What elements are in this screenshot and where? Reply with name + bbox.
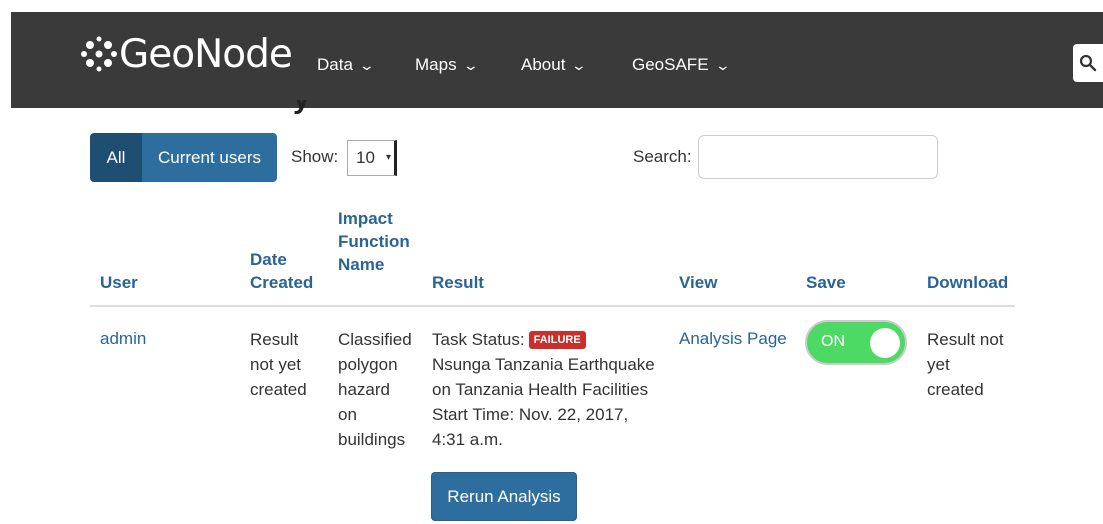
- brand-name: GeoNode: [119, 31, 293, 77]
- cell-line: Classified: [338, 330, 412, 349]
- page-title-fragment: y: [268, 100, 324, 114]
- nav-geosafe-label: GeoSAFE: [632, 55, 709, 74]
- geonode-logo-icon: [81, 36, 117, 72]
- chevron-down-icon: ⌄: [571, 56, 588, 73]
- nav-about-label: About: [521, 55, 566, 74]
- page-size-value: 10: [356, 148, 375, 167]
- nav-geosafe[interactable]: GeoSAFE ⌄: [632, 55, 731, 75]
- search-icon: [1079, 54, 1097, 72]
- cell-line: buildings: [338, 430, 406, 449]
- search-input[interactable]: [698, 135, 938, 179]
- cell-line: not yet: [250, 355, 302, 374]
- impact-function-cell: Classified polygon hazard on buildings: [338, 327, 412, 452]
- caret-icon: ▾: [385, 152, 391, 163]
- failure-status-badge: FAILURE: [528, 331, 586, 349]
- filter-current-users-button[interactable]: Current users: [142, 133, 277, 182]
- navbar: GeoNode Data ⌄ Maps ⌄ About ⌄ GeoSAFE ⌄: [11, 12, 1103, 108]
- search-button[interactable]: [1073, 44, 1103, 82]
- header-line: Impact: [338, 209, 393, 228]
- column-header-date-created[interactable]: Date Created: [250, 248, 313, 294]
- page-size-select[interactable]: 10 ▾: [347, 140, 397, 176]
- cell-line: hazard: [338, 380, 390, 399]
- chevron-down-icon: ⌄: [358, 56, 376, 73]
- user-link[interactable]: admin: [100, 327, 146, 350]
- brand-logo[interactable]: GeoNode: [79, 31, 293, 77]
- chevron-down-icon: ⌄: [462, 56, 479, 73]
- cell-line: polygon: [338, 355, 398, 374]
- nav-maps-label: Maps: [415, 55, 457, 74]
- toggle-knob: [870, 328, 900, 358]
- column-header-result[interactable]: Result: [432, 271, 484, 294]
- cell-line: Nsunga Tanzania Earthquake: [432, 355, 655, 374]
- cell-line: Result not: [927, 330, 1004, 349]
- save-toggle[interactable]: ON: [805, 320, 907, 365]
- cell-line: created: [250, 380, 307, 399]
- header-divider: [90, 305, 1015, 307]
- user-filter-group: All Current users: [90, 133, 277, 182]
- header-line: Created: [250, 273, 314, 292]
- nav-data[interactable]: Data ⌄: [317, 55, 376, 75]
- rerun-analysis-button[interactable]: Rerun Analysis: [431, 472, 577, 521]
- column-header-user[interactable]: User: [100, 271, 138, 294]
- column-header-impact-function[interactable]: Impact Function Name: [338, 207, 410, 276]
- column-header-download[interactable]: Download: [927, 271, 1008, 294]
- cell-line: yet: [927, 355, 950, 374]
- page-size-label: Show:: [291, 147, 339, 166]
- nav-data-label: Data: [317, 55, 353, 74]
- nav-about[interactable]: About ⌄: [521, 55, 588, 75]
- cell-line: Result: [250, 330, 299, 349]
- save-toggle-label: ON: [821, 333, 845, 350]
- nav-maps[interactable]: Maps ⌄: [415, 55, 479, 75]
- filter-all-button[interactable]: All: [90, 133, 142, 182]
- task-status-label: Task Status:: [432, 330, 525, 349]
- date-created-cell: Result not yet created: [250, 327, 307, 402]
- task-status-line: Task Status: FAILURE: [432, 327, 655, 352]
- result-cell: Task Status: FAILURE Nsunga Tanzania Eart…: [432, 327, 655, 452]
- column-header-save[interactable]: Save: [806, 271, 846, 294]
- cell-line: on: [338, 405, 357, 424]
- chevron-down-icon: ⌄: [714, 56, 731, 73]
- cell-line: created: [927, 380, 984, 399]
- header-line: Name: [338, 255, 385, 274]
- column-header-view[interactable]: View: [679, 271, 717, 294]
- search-label: Search:: [633, 147, 692, 166]
- cell-line: Start Time: Nov. 22, 2017,: [432, 405, 629, 424]
- header-line: Date: [250, 250, 287, 269]
- header-line: Function: [338, 232, 410, 251]
- download-cell: Result not yet created: [927, 327, 1004, 402]
- cell-line: 4:31 a.m.: [432, 430, 503, 449]
- analysis-page-link[interactable]: Analysis Page: [679, 327, 787, 350]
- cell-line: on Tanzania Health Facilities: [432, 380, 649, 399]
